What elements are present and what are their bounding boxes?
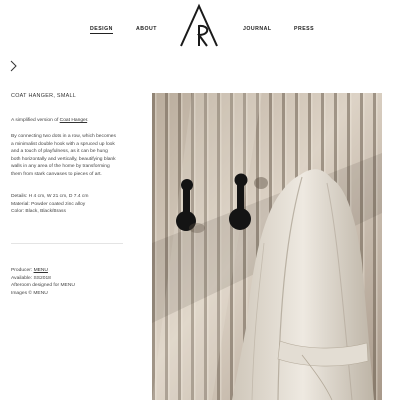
nav-link-design[interactable]: DESIGN: [90, 26, 113, 34]
description-line: By connecting two dots in a row, which b…: [11, 134, 116, 139]
product-credits: Producer: MENU Available: SS2018 Afteroo…: [11, 267, 127, 297]
nav-link-about[interactable]: ABOUT: [136, 26, 157, 32]
product-photo: [152, 93, 382, 400]
description-line: both horizontally and vertically, beauti…: [11, 156, 116, 162]
top-navigation: DESIGN ABOUT JOURNAL PRESS: [0, 0, 400, 52]
details-color: Color: Black, Black/Brass: [11, 209, 66, 214]
availability-line: Available: SS2018: [11, 275, 51, 281]
nav-link-press[interactable]: PRESS: [294, 26, 314, 32]
nav-link-journal[interactable]: JOURNAL: [243, 26, 272, 32]
description-line: a minimalist double hook with a spruced …: [11, 141, 115, 147]
product-details: Details: H 4 cm, W 21 cm, D 7.4 cm Mater…: [11, 193, 127, 216]
product-title: COAT HANGER, SMALL: [11, 93, 77, 99]
product-photo-illustration: [152, 93, 382, 400]
details-material: Material: Powder coated zinc alloy: [11, 201, 86, 207]
afteroom-logo[interactable]: [178, 3, 220, 47]
designed-for-line: Afteroom designed for MENU: [11, 283, 75, 288]
coat-hanger-link[interactable]: Coat Hanger: [60, 118, 87, 123]
description-line: and a touch of playfulness, as it can be…: [11, 149, 108, 154]
producer-line: Producer: MENU: [11, 268, 48, 273]
product-intro: A simplified version of Coat Hanger.: [11, 118, 89, 123]
images-credit-line: Images © MENU: [11, 290, 48, 296]
chevron-right-icon[interactable]: [8, 60, 18, 72]
details-dimensions: Details: H 4 cm, W 21 cm, D 7.4 cm: [11, 194, 89, 199]
producer-menu-link[interactable]: MENU: [34, 268, 48, 273]
description-line: walls in any area of the home by transfo…: [11, 164, 110, 169]
section-divider: [11, 243, 123, 244]
description-line: them from stark canvases to pieces of ar…: [11, 171, 102, 177]
product-description: By connecting two dots in a row, which b…: [11, 133, 127, 178]
